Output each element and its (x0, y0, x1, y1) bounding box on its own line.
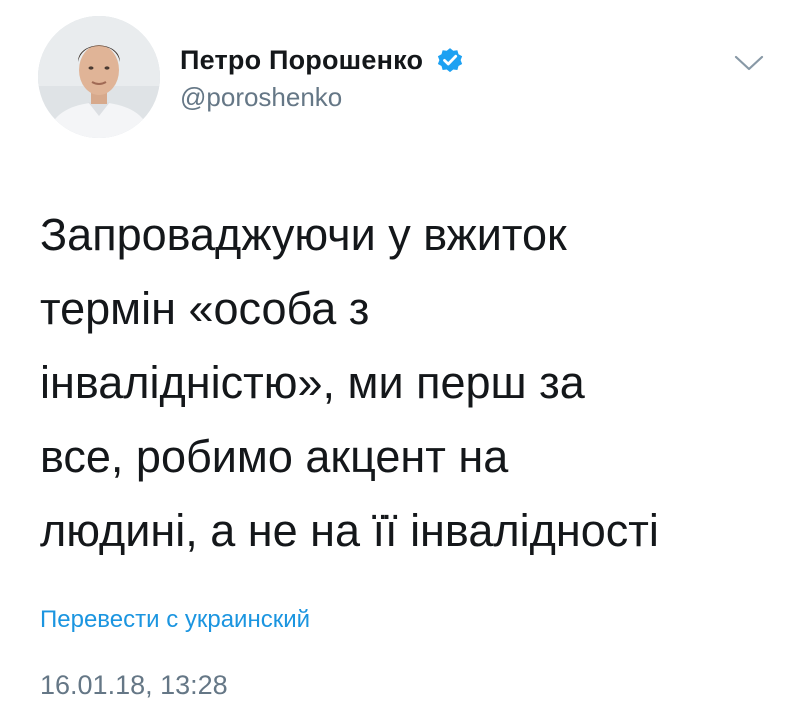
name-row: Петро Порошенко (180, 40, 465, 80)
avatar[interactable] (38, 16, 160, 138)
avatar-image (38, 16, 160, 138)
tweet-timestamp[interactable]: 16.01.18, 13:28 (40, 670, 228, 701)
translate-link[interactable]: Перевести с украинский (40, 606, 310, 634)
chevron-down-icon[interactable] (732, 52, 766, 74)
user-handle[interactable]: @poroshenko (180, 82, 342, 113)
tweet-text-line: Запроваджуючи у вжиток (40, 209, 567, 260)
tweet-text: Запроваджуючи у вжиток термін «особа з і… (40, 198, 760, 568)
tweet-text-line: інвалідністю», ми перш за (40, 357, 585, 408)
display-name[interactable]: Петро Порошенко (180, 45, 423, 76)
tweet-text-line: все, робимо акцент на (40, 431, 509, 482)
tweet-text-line: людині, а не на її інвалідності (40, 505, 659, 556)
tweet-card: Петро Порошенко @poroshenko Запроваджуюч… (0, 0, 800, 724)
verified-badge-icon (435, 45, 465, 75)
tweet-text-line: термін «особа з (40, 283, 370, 334)
